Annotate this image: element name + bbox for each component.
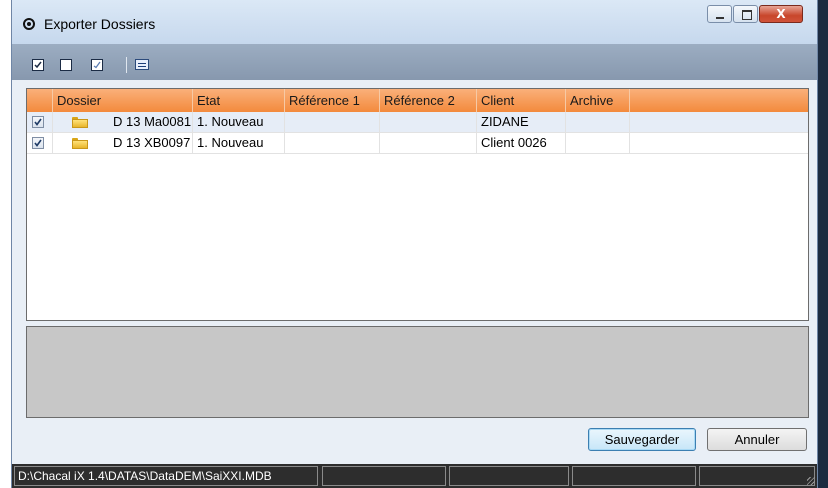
status-panel-2	[322, 466, 446, 486]
properties-button[interactable]	[135, 59, 149, 70]
close-button[interactable]: X	[759, 5, 803, 23]
toolbar-separator	[126, 57, 127, 73]
deselect-all-button[interactable]	[60, 59, 72, 71]
partial-check-icon	[93, 61, 101, 69]
status-panel-3	[449, 466, 569, 486]
check-mark-icon	[34, 118, 42, 126]
check-mark-icon	[34, 139, 42, 147]
status-bar: D:\Chacal iX 1.4\DATAS\DataDEM\SaiXXI.MD…	[12, 464, 817, 488]
row-checkbox[interactable]	[32, 116, 44, 128]
folder-icon	[72, 138, 88, 149]
save-button[interactable]: Sauvegarder	[588, 428, 696, 451]
cell-archive	[566, 112, 630, 132]
column-header-dossier[interactable]: Dossier	[53, 89, 193, 112]
header-checkbox-column	[27, 89, 53, 112]
cell-etat: 1. Nouveau	[193, 112, 285, 132]
cell-reference-1	[285, 112, 380, 132]
dossiers-grid[interactable]: Dossier Etat Référence 1 Référence 2 Cli…	[26, 88, 809, 321]
column-header-reference-1[interactable]: Référence 1	[285, 89, 380, 112]
column-header-etat[interactable]: Etat	[193, 89, 285, 112]
cell-reference-1	[285, 133, 380, 153]
row-checkbox[interactable]	[32, 137, 44, 149]
window-controls: X	[707, 5, 803, 23]
status-panel-5	[699, 466, 815, 486]
export-dialog: Exporter Dossiers X Dossier Etat Référen…	[11, 0, 818, 488]
desktop-backdrop	[818, 0, 828, 488]
chacal-logo-icon	[23, 18, 35, 30]
cell-client: Client 0026	[477, 133, 566, 153]
title-bar[interactable]: Exporter Dossiers X	[12, 0, 817, 44]
cell-archive	[566, 133, 630, 153]
row-select-cell	[27, 133, 53, 153]
column-header-client[interactable]: Client	[477, 89, 566, 112]
invert-selection-button[interactable]	[91, 59, 103, 71]
maximize-button[interactable]	[733, 5, 758, 23]
cancel-button[interactable]: Annuler	[707, 428, 807, 451]
cell-etat: 1. Nouveau	[193, 133, 285, 153]
resize-grip-icon[interactable]	[807, 477, 815, 485]
cell-reference-2	[380, 133, 477, 153]
status-panel-4	[572, 466, 696, 486]
cell-reference-2	[380, 112, 477, 132]
window-title: Exporter Dossiers	[44, 16, 156, 32]
status-database-path: D:\Chacal iX 1.4\DATAS\DataDEM\SaiXXI.MD…	[14, 466, 318, 486]
checked-box-icon	[34, 61, 42, 69]
row-select-cell	[27, 112, 53, 132]
description-panel	[26, 326, 809, 418]
toolbar	[12, 44, 817, 80]
minimize-button[interactable]	[707, 5, 732, 23]
column-header-archive[interactable]: Archive	[566, 89, 630, 112]
cell-client: ZIDANE	[477, 112, 566, 132]
folder-icon	[72, 117, 88, 128]
table-row[interactable]: D 13 Ma0081 1. Nouveau ZIDANE	[27, 112, 808, 133]
grid-header: Dossier Etat Référence 1 Référence 2 Cli…	[27, 89, 808, 113]
table-row[interactable]: D 13 XB0097 1. Nouveau Client 0026	[27, 133, 808, 154]
select-all-button[interactable]	[32, 59, 44, 71]
column-header-reference-2[interactable]: Référence 2	[380, 89, 477, 112]
